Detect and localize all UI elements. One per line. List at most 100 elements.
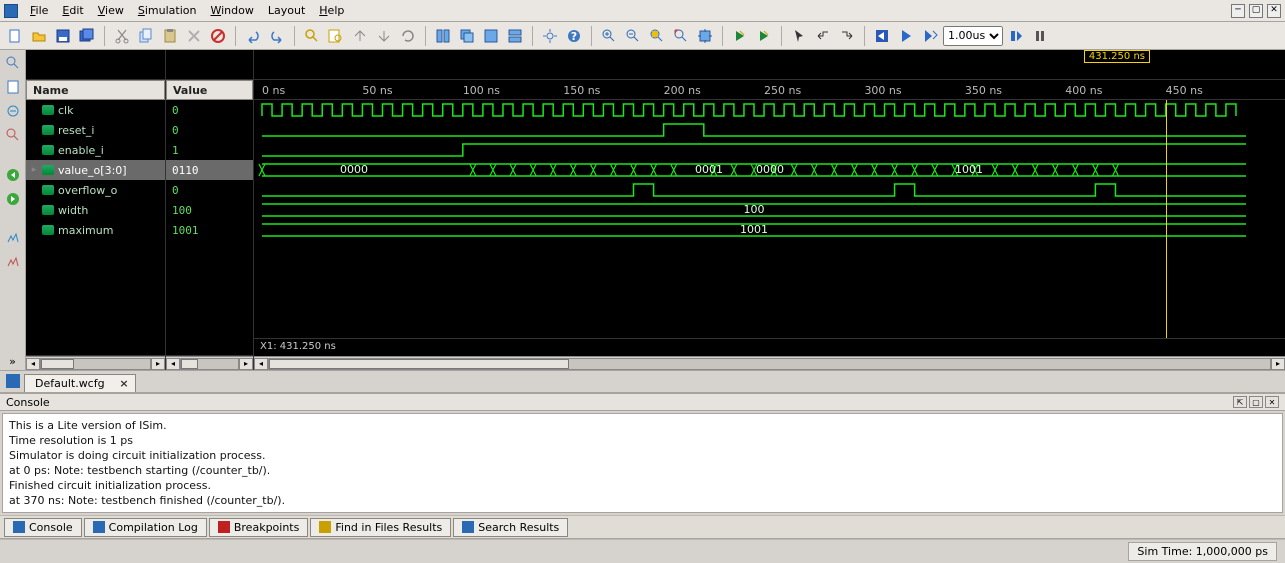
run-time-select[interactable]: 1.00us (943, 26, 1003, 46)
refresh-button[interactable] (397, 25, 419, 47)
save-button[interactable] (52, 25, 74, 47)
tab-label: Breakpoints (234, 521, 300, 534)
console-close-icon[interactable]: ✕ (1265, 396, 1279, 408)
waveform-viewer[interactable]: 431.250 ns 0 ns50 ns100 ns150 ns200 ns25… (254, 50, 1285, 370)
menu-simulation[interactable]: Simulation (132, 2, 203, 19)
signal-row-overflow-o[interactable]: overflow_o (26, 180, 165, 200)
bottom-tab-breakpoints[interactable]: Breakpoints (209, 518, 309, 537)
window-maximize-icon[interactable]: ▢ (1249, 4, 1263, 18)
wave-row[interactable]: 0000000100001001 (254, 160, 1285, 180)
undo-button[interactable] (242, 25, 264, 47)
run-for-button[interactable] (919, 25, 941, 47)
wave-hscroll[interactable]: ◂▸ (254, 356, 1285, 370)
expand-panel-icon[interactable]: » (4, 352, 22, 370)
paste-button[interactable] (159, 25, 181, 47)
menu-edit[interactable]: Edit (56, 2, 89, 19)
console-line: Time resolution is 1 ps (9, 433, 1276, 448)
cursor-line[interactable] (1166, 100, 1167, 338)
window-cascade-button[interactable] (456, 25, 478, 47)
next-transition-button[interactable] (836, 25, 858, 47)
prev-transition-button[interactable] (812, 25, 834, 47)
menu-file[interactable]: File (24, 2, 54, 19)
signal-row-maximum[interactable]: maximum (26, 220, 165, 240)
wave-row[interactable] (254, 120, 1285, 140)
window-minimize-icon[interactable]: ─ (1231, 4, 1245, 18)
console-max-icon[interactable]: ▢ (1249, 396, 1263, 408)
expand-button[interactable] (373, 25, 395, 47)
settings-button[interactable] (539, 25, 561, 47)
save-all-button[interactable] (76, 25, 98, 47)
hand-tool-icon[interactable] (4, 126, 22, 144)
source-tool-icon[interactable] (4, 78, 22, 96)
cancel-button[interactable] (207, 25, 229, 47)
value-scroll-left[interactable]: ◂ (166, 358, 180, 370)
value-column-header[interactable]: Value (166, 80, 253, 100)
zoom-cursor-button[interactable] (694, 25, 716, 47)
cursor-tool-button[interactable] (788, 25, 810, 47)
tab-label: Compilation Log (109, 521, 198, 534)
nav-left-icon[interactable] (4, 166, 22, 184)
status-bar: Sim Time: 1,000,000 ps (0, 539, 1285, 563)
bottom-tab-console[interactable]: Console (4, 518, 82, 537)
zoom-select-button[interactable] (670, 25, 692, 47)
console-detach-icon[interactable]: ⇱ (1233, 396, 1247, 408)
bottom-tab-compilation-log[interactable]: Compilation Log (84, 518, 207, 537)
wave-row[interactable]: 100 (254, 200, 1285, 220)
wave-row[interactable] (254, 180, 1285, 200)
tab-default-wcfg[interactable]: Default.wcfg × (24, 374, 136, 392)
run-button[interactable] (895, 25, 917, 47)
redo-button[interactable] (266, 25, 288, 47)
window-single-button[interactable] (480, 25, 502, 47)
remove-signal-icon[interactable] (4, 254, 22, 272)
zoom-tool-icon[interactable] (4, 54, 22, 72)
menu-layout[interactable]: Layout (262, 2, 311, 19)
time-ruler[interactable]: 0 ns50 ns100 ns150 ns200 ns250 ns300 ns3… (254, 80, 1285, 100)
delete-button[interactable] (183, 25, 205, 47)
window-close-icon[interactable]: ✕ (1267, 4, 1281, 18)
new-file-button[interactable] (4, 25, 26, 47)
bottom-tab-search-results[interactable]: Search Results (453, 518, 568, 537)
menu-view[interactable]: View (92, 2, 130, 19)
zoom-out-button[interactable] (622, 25, 644, 47)
window-stack-button[interactable] (504, 25, 526, 47)
menu-window[interactable]: Window (204, 2, 259, 19)
svg-text:0001: 0001 (695, 163, 723, 176)
load-tool-icon[interactable] (4, 102, 22, 120)
nav-right-icon[interactable] (4, 190, 22, 208)
restart-button[interactable] (871, 25, 893, 47)
find-button[interactable] (301, 25, 323, 47)
step-button[interactable] (1005, 25, 1027, 47)
copy-button[interactable] (135, 25, 157, 47)
wave-row[interactable] (254, 140, 1285, 160)
wave-row[interactable] (254, 100, 1285, 120)
help-button[interactable]: ? (563, 25, 585, 47)
zoom-in-button[interactable] (598, 25, 620, 47)
bottom-tab-find-in-files-results[interactable]: Find in Files Results (310, 518, 451, 537)
tab-close-icon[interactable]: × (119, 377, 128, 390)
sim-time-status: Sim Time: 1,000,000 ps (1128, 542, 1277, 561)
signal-value-value-o-3-0-: 0110 (166, 160, 253, 180)
find-files-button[interactable] (325, 25, 347, 47)
name-scroll-right[interactable]: ▸ (151, 358, 165, 370)
add-signal-icon[interactable] (4, 230, 22, 248)
signal-row-enable-i[interactable]: enable_i (26, 140, 165, 160)
console-panel: Console ⇱ ▢ ✕ This is a Lite version of … (0, 393, 1285, 539)
signal-row-width[interactable]: width (26, 200, 165, 220)
name-column-header[interactable]: Name (26, 80, 165, 100)
signal-row-clk[interactable]: clk (26, 100, 165, 120)
signal-row-reset-i[interactable]: reset_i (26, 120, 165, 140)
goto-prev-button[interactable] (729, 25, 751, 47)
zoom-fit-button[interactable] (646, 25, 668, 47)
cut-button[interactable] (111, 25, 133, 47)
open-file-button[interactable] (28, 25, 50, 47)
wave-row[interactable]: 1001 (254, 220, 1285, 240)
pause-button[interactable] (1029, 25, 1051, 47)
menu-help[interactable]: Help (313, 2, 350, 19)
name-scroll-left[interactable]: ◂ (26, 358, 40, 370)
collapse-button[interactable] (349, 25, 371, 47)
goto-next-button[interactable] (753, 25, 775, 47)
console-output[interactable]: This is a Lite version of ISim.Time reso… (2, 413, 1283, 513)
signal-row-value-o-3-0-[interactable]: ▸value_o[3:0] (26, 160, 165, 180)
window-tile-button[interactable] (432, 25, 454, 47)
value-scroll-right[interactable]: ▸ (239, 358, 253, 370)
